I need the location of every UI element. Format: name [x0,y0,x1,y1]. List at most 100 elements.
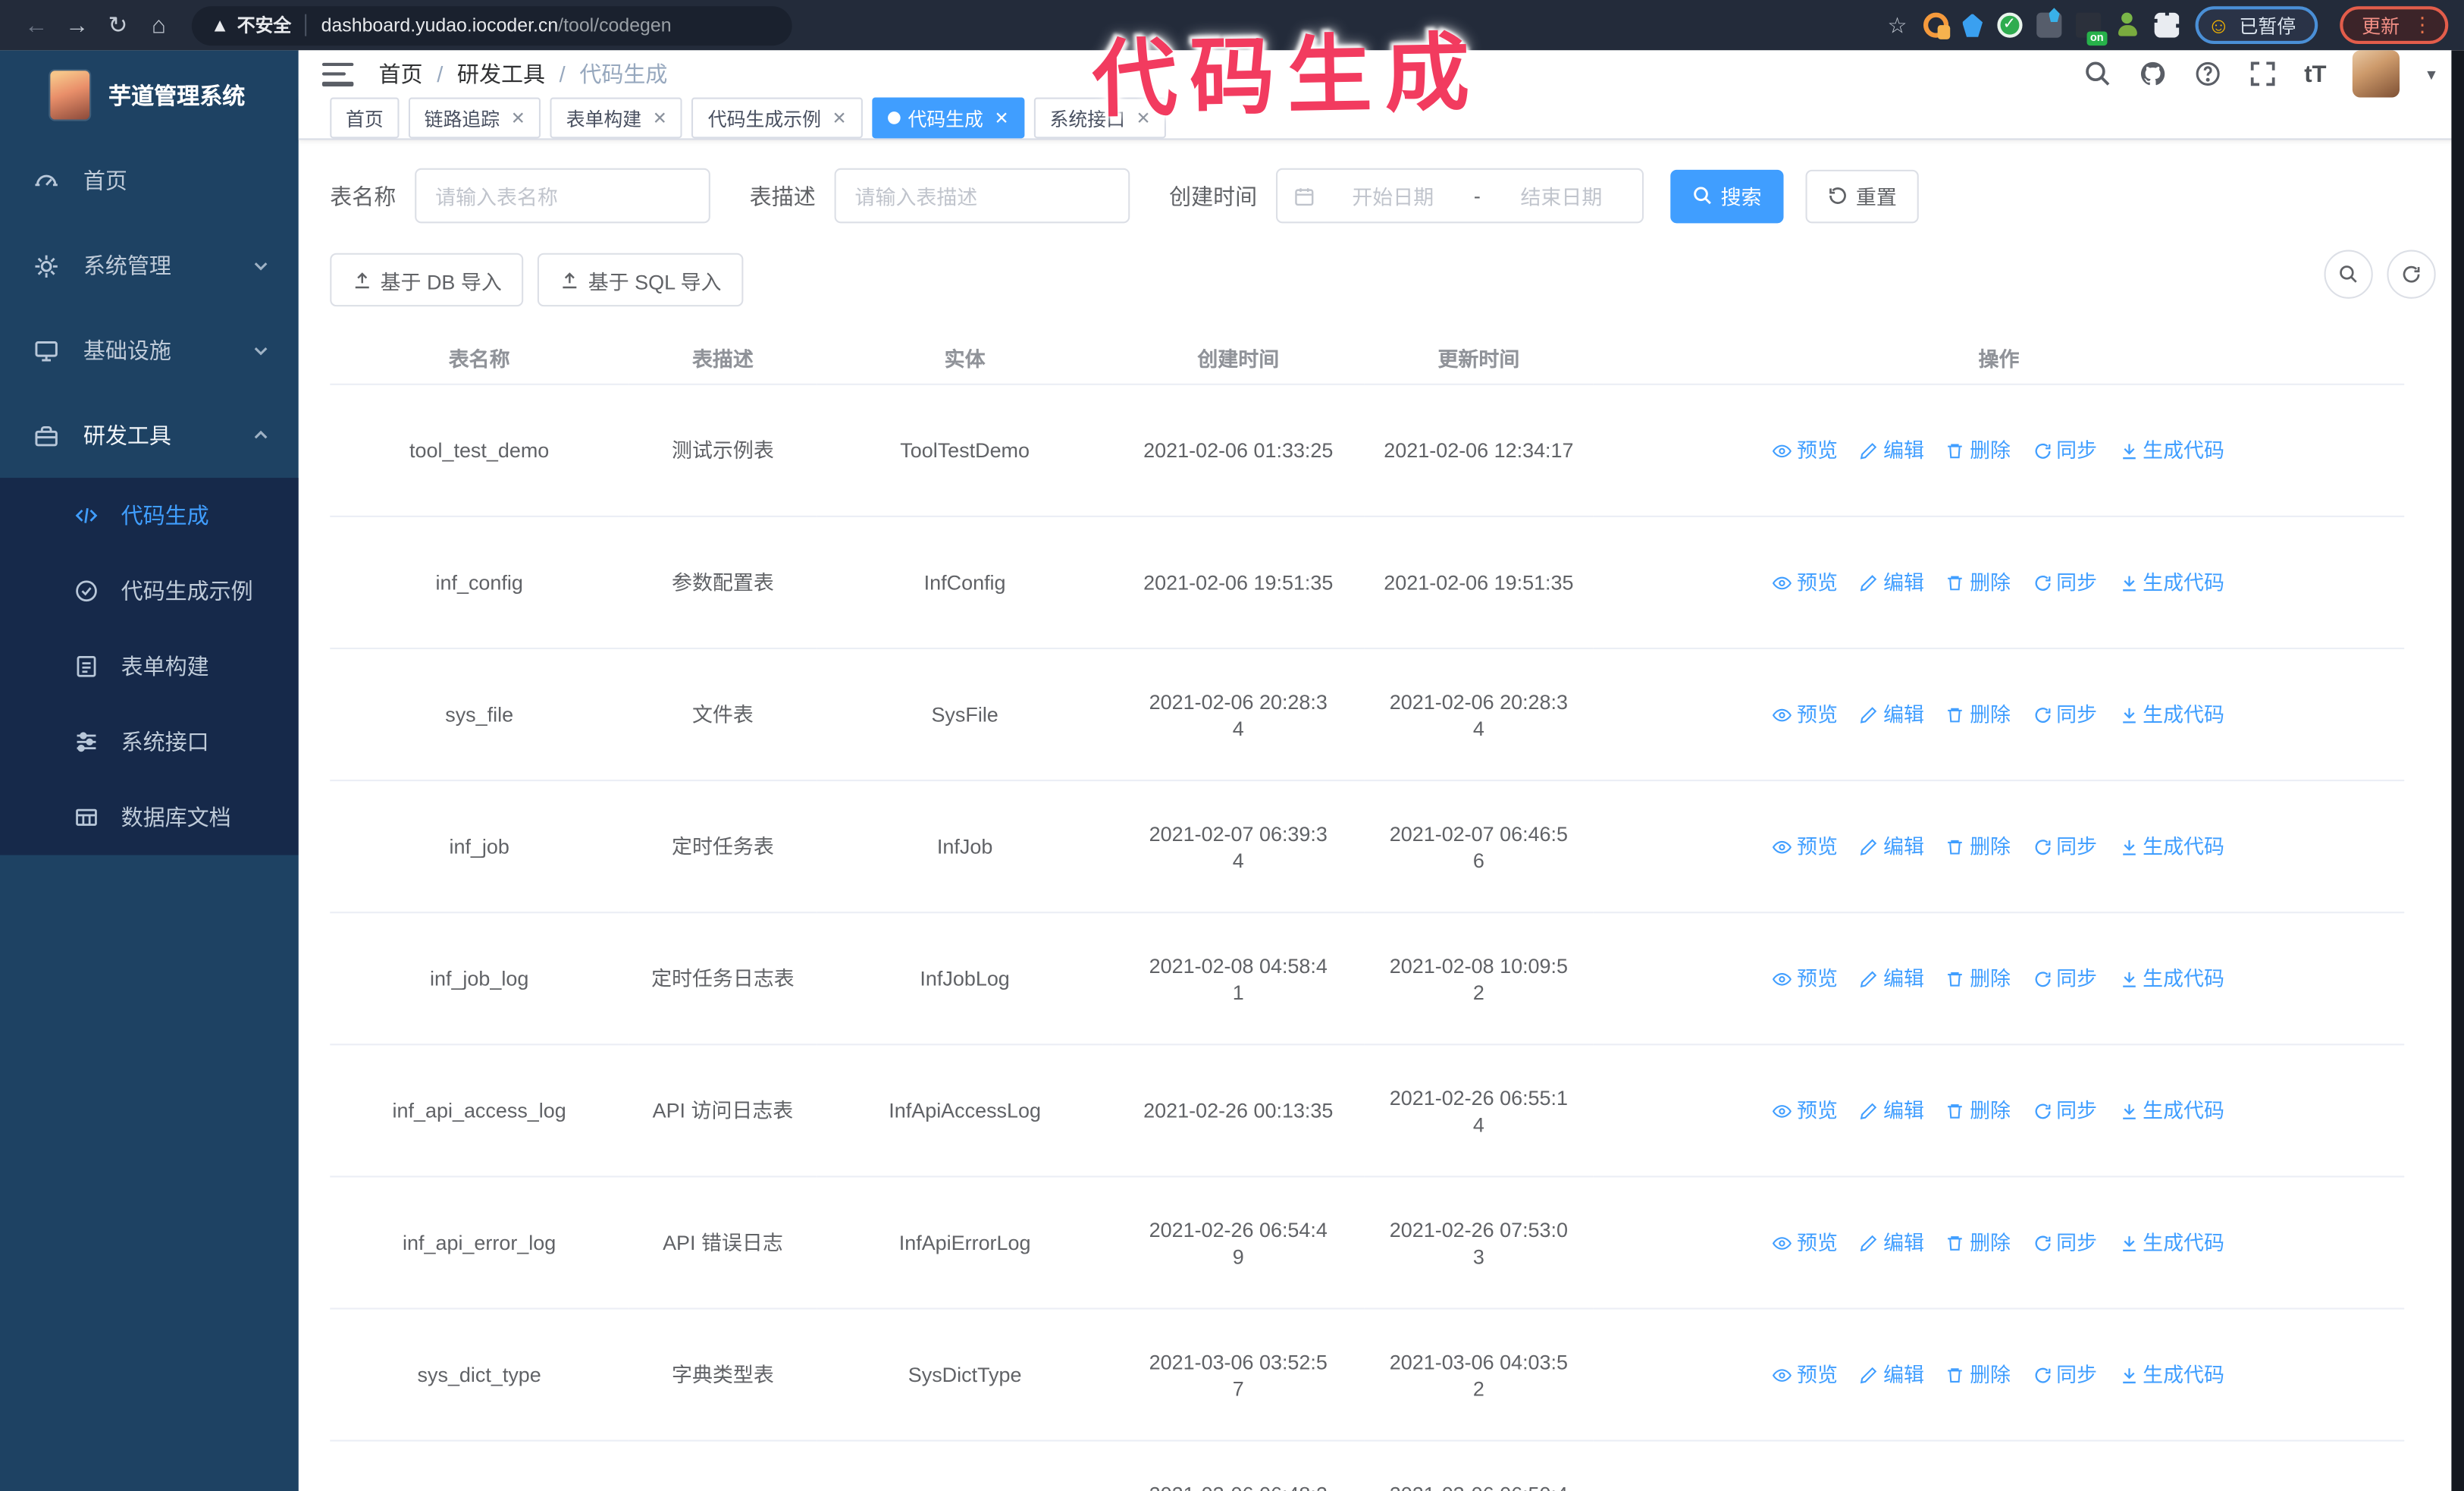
show-search-button[interactable] [2324,250,2373,299]
generate-code-link[interactable]: 生成代码 [2119,701,2224,727]
sidebar-item-system-api[interactable]: 系统接口 [0,705,299,780]
pencil-icon [1861,1366,1878,1383]
close-icon[interactable]: ✕ [511,108,525,128]
delete-link[interactable]: 删除 [1946,1361,2011,1388]
ext-orange-ring-icon[interactable] [1923,12,1950,39]
preview-link[interactable]: 预览 [1773,965,1838,992]
sync-link[interactable]: 同步 [2033,437,2097,463]
delete-link[interactable]: 删除 [1946,1097,2011,1124]
ext-green-check-icon[interactable]: ✓ [1996,12,2022,38]
search-icon[interactable] [2084,60,2112,88]
font-size-icon[interactable]: tT [2304,61,2326,87]
delete-link[interactable]: 删除 [1946,437,2011,463]
import-db-button[interactable]: 基于 DB 导入 [330,253,524,307]
ext-blue-gem-icon[interactable] [1962,13,1983,37]
preview-link[interactable]: 预览 [1773,1097,1838,1124]
upload-icon [563,272,577,288]
edit-link[interactable]: 编辑 [1860,1229,1924,1256]
reset-button[interactable]: 重置 [1805,168,1919,223]
help-icon[interactable] [2194,60,2222,88]
close-icon[interactable]: ✕ [994,108,1008,128]
ext-person-icon[interactable] [2114,12,2140,38]
date-range-picker[interactable]: 开始日期 - 结束日期 [1276,168,1644,224]
browser-update-button[interactable]: 更新 ⋮ [2340,6,2449,45]
sync-link[interactable]: 同步 [2033,1229,2097,1256]
tab-home[interactable]: 首页 [330,97,400,139]
delete-link[interactable]: 删除 [1946,701,2011,727]
github-icon[interactable] [2140,60,2168,88]
generate-code-link[interactable]: 生成代码 [2119,569,2224,595]
generate-code-link[interactable]: 生成代码 [2119,1229,2224,1256]
delete-link[interactable]: 删除 [1946,1229,2011,1256]
preview-link[interactable]: 预览 [1773,437,1838,463]
preview-link[interactable]: 预览 [1773,1361,1838,1388]
generate-code-link[interactable]: 生成代码 [2119,1361,2224,1388]
sidebar-logo[interactable]: 芋道管理系统 [0,50,299,138]
ext-puzzle-icon[interactable] [2153,12,2180,38]
breadcrumb-home[interactable]: 首页 [379,58,423,89]
table-desc-input[interactable]: 请输入表描述 [834,168,1130,224]
delete-link[interactable]: 删除 [1946,833,2011,860]
generate-code-link[interactable]: 生成代码 [2119,833,2224,860]
generate-code-link[interactable]: 生成代码 [2119,437,2224,463]
sidebar-item-infra[interactable]: 基础设施 [0,308,299,393]
preview-link[interactable]: 预览 [1773,701,1838,727]
tab-codegen[interactable]: 代码生成 ✕ [871,97,1025,139]
sync-link[interactable]: 同步 [2033,833,2097,860]
edit-link[interactable]: 编辑 [1860,1361,1924,1388]
cell-entity: InfJob [817,780,1113,913]
ext-grid-icon[interactable] [2036,12,2061,38]
reload-icon[interactable]: ↻ [98,11,139,39]
bookmark-star-icon[interactable]: ☆ [1888,12,1908,39]
sidebar-item-db-doc[interactable]: 数据库文档 [0,780,299,855]
home-icon[interactable]: ⌂ [138,12,179,39]
sidebar-item-form-builder[interactable]: 表单构建 [0,629,299,704]
tab-codegen-example[interactable]: 代码生成示例 ✕ [691,97,863,139]
delete-link[interactable]: 删除 [1946,965,2011,992]
generate-code-link[interactable]: 生成代码 [2119,965,2224,992]
sync-link[interactable]: 同步 [2033,701,2097,727]
edit-link[interactable]: 编辑 [1860,833,1924,860]
breadcrumb-devtools[interactable]: 研发工具 [457,58,545,89]
ext-on-badge-icon[interactable] [2075,12,2107,46]
user-avatar[interactable] [2353,50,2400,98]
sidebar-item-codegen-example[interactable]: 代码生成示例 [0,554,299,629]
refresh-table-button[interactable] [2387,250,2436,299]
fullscreen-icon[interactable] [2249,60,2277,88]
browser-menu-icon[interactable]: ⋮ [2412,13,2433,38]
tab-form-builder[interactable]: 表单构建 ✕ [550,97,683,139]
preview-link[interactable]: 预览 [1773,833,1838,860]
sync-link[interactable]: 同步 [2033,1097,2097,1124]
sync-link[interactable]: 同步 [2033,965,2097,992]
edit-link[interactable]: 编辑 [1860,965,1924,992]
url-bar[interactable]: ▲ 不安全 dashboard.yudao.iocoder.cn/tool/cod… [191,5,792,46]
import-sql-button[interactable]: 基于 SQL 导入 [538,253,744,307]
delete-link[interactable]: 删除 [1946,569,2011,595]
generate-code-link[interactable]: 生成代码 [2119,1097,2224,1124]
security-warning[interactable]: ▲ 不安全 [211,13,292,38]
sidebar-item-home[interactable]: 首页 [0,138,299,223]
paused-badge[interactable]: ☺ 已暂停 [2194,6,2318,45]
badge-check-icon [76,580,97,602]
edit-link[interactable]: 编辑 [1860,701,1924,727]
avatar-caret-icon[interactable]: ▾ [2427,64,2435,84]
preview-link[interactable]: 预览 [1773,569,1838,595]
edit-link[interactable]: 编辑 [1860,569,1924,595]
edit-link[interactable]: 编辑 [1860,437,1924,463]
tab-tracing[interactable]: 链路追踪 ✕ [408,97,541,139]
preview-link[interactable]: 预览 [1773,1229,1838,1256]
table-name-input[interactable]: 请输入表名称 [415,168,710,224]
hamburger-icon[interactable] [321,61,354,86]
close-icon[interactable]: ✕ [832,108,846,128]
search-button[interactable]: 搜索 [1670,168,1784,223]
edit-link[interactable]: 编辑 [1860,1097,1924,1124]
sidebar-item-system[interactable]: 系统管理 [0,223,299,308]
sync-link[interactable]: 同步 [2033,569,2097,595]
close-icon[interactable]: ✕ [653,108,667,128]
forward-icon[interactable]: → [57,12,98,39]
sidebar-item-codegen[interactable]: 代码生成 [0,478,299,553]
sidebar-item-devtools[interactable]: 研发工具 [0,393,299,478]
browser-scrollbar[interactable] [2451,50,2464,1491]
sync-link[interactable]: 同步 [2033,1361,2097,1388]
back-icon[interactable]: ← [16,12,57,39]
